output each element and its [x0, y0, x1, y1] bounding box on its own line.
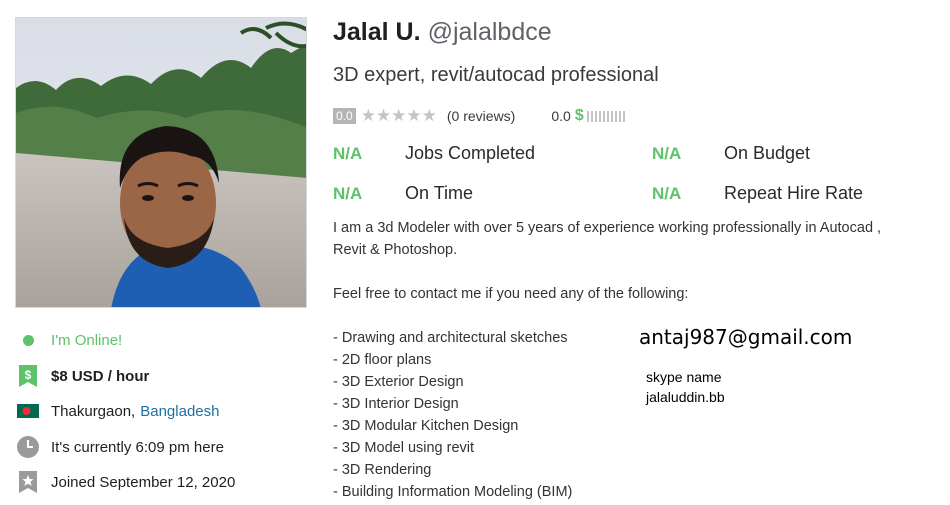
online-status: I'm Online!: [15, 329, 122, 351]
service-item: - 3D Exterior Design: [333, 374, 464, 390]
contact-email: antaj987@gmail.com: [639, 325, 853, 349]
stat-value: N/A: [333, 144, 363, 163]
stat-label: Jobs Completed: [405, 143, 536, 163]
stat-value: N/A: [652, 184, 682, 203]
local-time-text: It's currently 6:09 pm here: [51, 438, 224, 456]
joined-date-text: Joined September 12, 2020: [51, 473, 236, 491]
dollar-tag-symbol: $: [25, 368, 32, 382]
earnings-bars: [586, 110, 625, 122]
profile-tagline: 3D expert, revit/autocad professional: [333, 64, 659, 86]
skype-name: jalaluddin.bb: [646, 389, 725, 405]
earnings-dollar-icon: $: [574, 107, 584, 124]
location: Thakurgaon, Bangladesh: [15, 400, 219, 422]
hourly-rate-text: $8 USD / hour: [51, 367, 150, 385]
stat-value: N/A: [333, 184, 363, 203]
bangladesh-flag-icon: [15, 400, 41, 422]
stat-value: N/A: [652, 144, 682, 163]
dollar-tag-icon: $: [15, 365, 41, 387]
star-icon: ★★★★★: [360, 106, 437, 125]
location-city: Thakurgaon,: [51, 402, 136, 420]
stat-on-time: N/A On Time: [333, 183, 473, 204]
stat-jobs-completed: N/A Jobs Completed: [333, 143, 535, 164]
rating-row: 0.0 ★★★★★ (0 reviews) 0.0 $: [333, 106, 625, 126]
service-item: - Drawing and architectural sketches: [333, 330, 568, 346]
profile-header: Jalal U. @jalalbdce: [333, 18, 552, 47]
profile-name: Jalal U.: [333, 18, 421, 46]
local-time: It's currently 6:09 pm here: [15, 436, 224, 458]
online-status-text: I'm Online!: [51, 331, 123, 349]
stat-on-budget: N/A On Budget: [652, 143, 810, 164]
skype-label: skype name: [646, 369, 722, 385]
joined-date: Joined September 12, 2020: [15, 471, 235, 493]
profile-username: @jalalbdce: [427, 18, 552, 46]
description-line: I am a 3d Modeler with over 5 years of e…: [333, 220, 882, 236]
stat-label: Repeat Hire Rate: [724, 183, 864, 203]
clock-icon: [15, 436, 41, 458]
description-line: Feel free to contact me if you need any …: [333, 286, 689, 302]
stat-label: On Time: [405, 183, 474, 203]
service-item: - 3D Interior Design: [333, 396, 459, 412]
hourly-rate: $ $8 USD / hour: [15, 365, 149, 387]
location-country-link[interactable]: Bangladesh: [140, 403, 219, 420]
service-item: - Building Information Modeling (BIM): [333, 484, 573, 500]
badge-icon: [15, 471, 41, 493]
service-item: - 2D floor plans: [333, 352, 432, 368]
online-dot-icon: [15, 329, 41, 351]
stat-label: On Budget: [724, 143, 811, 163]
service-item: - 3D Rendering: [333, 462, 432, 478]
reviews-count[interactable]: (0 reviews): [447, 108, 515, 124]
rating-badge: 0.0: [333, 108, 356, 124]
service-item: - 3D Modular Kitchen Design: [333, 418, 519, 434]
earnings-score: 0.0: [551, 108, 571, 124]
stat-repeat-hire-rate: N/A Repeat Hire Rate: [652, 183, 863, 204]
profile-photo: [15, 17, 307, 308]
description-line: Revit & Photoshop.: [333, 242, 458, 258]
service-item: - 3D Model using revit: [333, 440, 475, 456]
